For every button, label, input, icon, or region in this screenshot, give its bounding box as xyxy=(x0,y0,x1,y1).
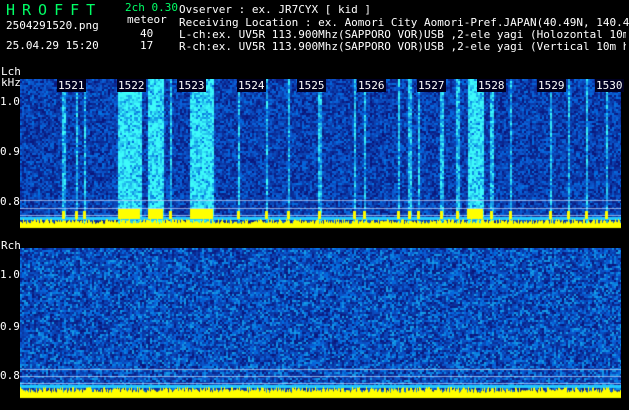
rch-ytick-2: 0.9 xyxy=(0,320,20,333)
time-tick-1522: 1522 xyxy=(117,79,146,92)
lch-spectrogram xyxy=(20,79,621,231)
app-logo: HROFFT xyxy=(6,1,103,19)
location-info: Receiving Location : ex. Aomori City Aom… xyxy=(179,16,629,29)
time-tick-1521: 1521 xyxy=(57,79,86,92)
rch-ytick-3: 0.8 xyxy=(0,369,20,382)
lch-ytick-2: 0.9 xyxy=(0,145,20,158)
filename-label: 2504291520.png xyxy=(6,19,99,32)
rch-label: Rch xyxy=(1,239,21,252)
time-tick-1529: 1529 xyxy=(537,79,566,92)
time-tick-1523: 1523 xyxy=(177,79,206,92)
meteor-label: meteor xyxy=(127,13,167,26)
time-tick-1526: 1526 xyxy=(357,79,386,92)
time-tick-1525: 1525 xyxy=(297,79,326,92)
time-tick-1530: 1530 xyxy=(595,79,624,92)
time-tick-1524: 1524 xyxy=(237,79,266,92)
meteor-r-count: 17 xyxy=(140,39,154,52)
datetime-label: 25.04.29 15:20 xyxy=(6,39,99,52)
observer-info: Ovserver : ex. JR7CYX [ kid ] xyxy=(179,3,372,16)
time-tick-1527: 1527 xyxy=(417,79,446,92)
lch-ytick-1: 1.0 xyxy=(0,95,20,108)
time-tick-1528: 1528 xyxy=(477,79,506,92)
lch-info: L-ch:ex. UV5R 113.900Mhz(SAPPORO VOR)USB… xyxy=(179,29,626,41)
lch-unit: kHz xyxy=(1,76,21,89)
lch-spectrogram-canvas xyxy=(20,79,621,231)
rch-spectrogram-canvas xyxy=(20,248,621,401)
rch-ytick-1: 1.0 xyxy=(0,268,20,281)
rch-spectrogram xyxy=(20,248,621,401)
rch-info: R-ch:ex. UV5R 113.900Mhz(SAPPORO VOR)USB… xyxy=(179,41,626,53)
lch-ytick-3: 0.8 xyxy=(0,195,20,208)
